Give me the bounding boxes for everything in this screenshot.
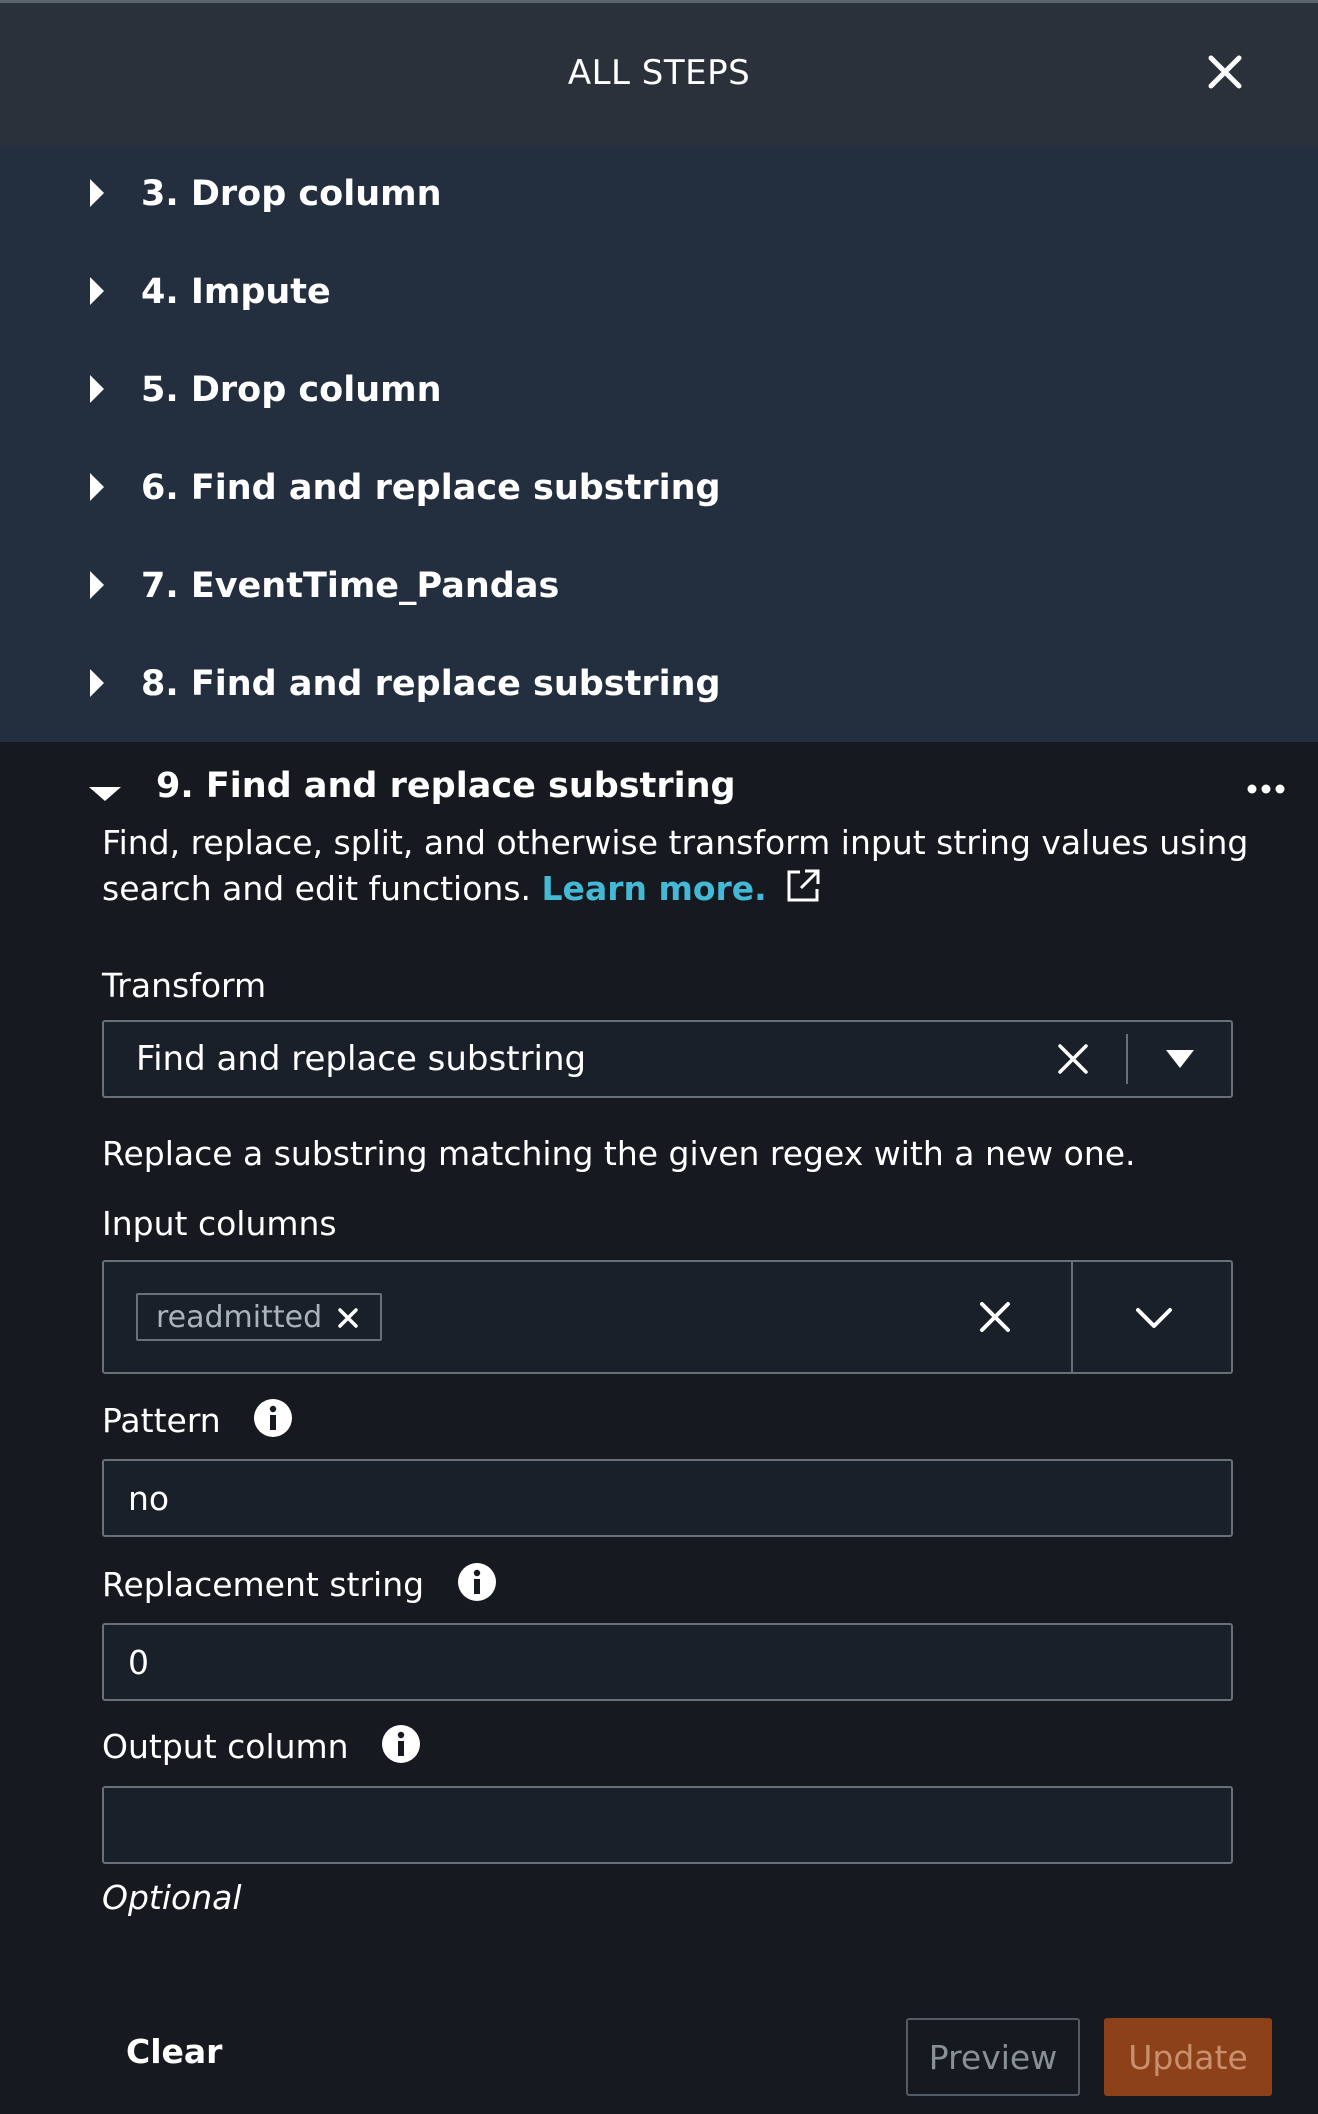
transform-select-value: Find and replace substring: [136, 1039, 587, 1079]
caret-right-icon: [90, 375, 104, 403]
external-link-icon[interactable]: [785, 868, 821, 904]
close-icon[interactable]: [1205, 52, 1245, 92]
caret-right-icon: [90, 277, 104, 305]
transform-help-text: Replace a substring matching the given r…: [102, 1134, 1136, 1173]
update-button[interactable]: Update: [1104, 2018, 1272, 2096]
step-label: 3. Drop column: [141, 174, 442, 214]
caret-right-icon: [90, 179, 104, 207]
step-label: 8. Find and replace substring: [141, 664, 721, 704]
panel-header: ALL STEPS: [0, 0, 1318, 145]
info-icon[interactable]: [457, 1562, 497, 1602]
clear-icon[interactable]: [1054, 1040, 1092, 1078]
step-description: Find, replace, split, and otherwise tran…: [102, 820, 1252, 912]
caret-right-icon: [90, 473, 104, 501]
caret-right-icon: [90, 669, 104, 697]
expanded-step-title: 9. Find and replace substring: [156, 766, 736, 806]
input-columns-multiselect[interactable]: readmitted: [102, 1260, 1233, 1374]
output-column-label-text: Output column: [102, 1727, 349, 1766]
remove-token-icon[interactable]: [336, 1306, 360, 1330]
token-label: readmitted: [156, 1300, 323, 1335]
pattern-label: Pattern: [102, 1398, 293, 1440]
step-item-4[interactable]: 4. Impute: [0, 243, 1318, 341]
expanded-step: 9. Find and replace substring Find, repl…: [0, 742, 1318, 2114]
step-label: 4. Impute: [141, 272, 331, 312]
steps-list: 3. Drop column 4. Impute 5. Drop column …: [0, 145, 1318, 742]
select-divider: [1126, 1034, 1128, 1084]
output-column-input[interactable]: [102, 1786, 1233, 1864]
optional-hint: Optional: [102, 1878, 242, 1917]
step-item-8[interactable]: 8. Find and replace substring: [0, 635, 1318, 733]
input-columns-label: Input columns: [102, 1204, 337, 1243]
transform-select[interactable]: Find and replace substring: [102, 1020, 1233, 1098]
replacement-label: Replacement string: [102, 1562, 497, 1604]
step-item-6[interactable]: 6. Find and replace substring: [0, 439, 1318, 537]
caret-down-icon[interactable]: [89, 787, 121, 801]
chevron-down-icon[interactable]: [1132, 1300, 1176, 1336]
column-token: readmitted: [136, 1293, 382, 1341]
step-item-3[interactable]: 3. Drop column: [0, 145, 1318, 243]
pattern-label-text: Pattern: [102, 1401, 221, 1440]
step-label: 5. Drop column: [141, 370, 442, 410]
caret-down-icon[interactable]: [1166, 1050, 1194, 1068]
learn-more-link[interactable]: Learn more.: [542, 869, 767, 908]
transform-label: Transform: [102, 966, 267, 1005]
panel-title: ALL STEPS: [567, 53, 751, 93]
info-icon[interactable]: [381, 1724, 421, 1764]
replacement-label-text: Replacement string: [102, 1565, 425, 1604]
preview-button[interactable]: Preview: [906, 2018, 1080, 2096]
step-item-5[interactable]: 5. Drop column: [0, 341, 1318, 439]
output-column-label: Output column: [102, 1724, 421, 1766]
multiselect-divider: [1071, 1262, 1073, 1372]
step-label: 7. EventTime_Pandas: [141, 566, 560, 606]
clear-button[interactable]: Clear: [126, 2032, 222, 2071]
step-label: 6. Find and replace substring: [141, 468, 721, 508]
pattern-input[interactable]: [102, 1459, 1233, 1537]
caret-right-icon: [90, 571, 104, 599]
clear-icon[interactable]: [976, 1298, 1014, 1336]
info-icon[interactable]: [253, 1398, 293, 1438]
step-item-7[interactable]: 7. EventTime_Pandas: [0, 537, 1318, 635]
more-options-icon[interactable]: [1246, 782, 1286, 796]
replacement-input[interactable]: [102, 1623, 1233, 1701]
